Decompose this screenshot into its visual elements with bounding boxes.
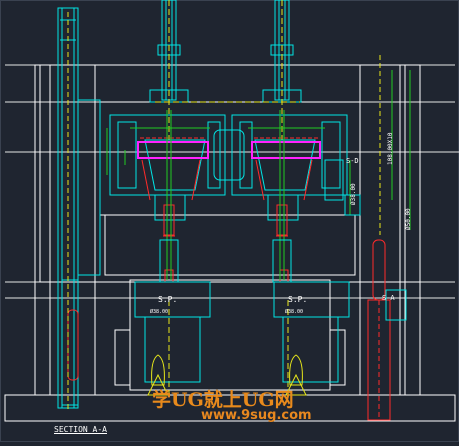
dim-vertical-2: Ø50.00	[405, 208, 412, 230]
cad-viewport[interactable]: S.P. S.P. Ø38.00 Ø38.00 S-D S-A 108.00X1…	[0, 0, 459, 442]
section-title: SECTION A-A	[54, 425, 107, 434]
sprue-dim-left: Ø38.00	[150, 308, 168, 315]
sprue-label-right: S.P.	[288, 295, 307, 304]
dim-vertical-3: Ø38.00	[350, 183, 357, 205]
sprue-label-left: S.P.	[158, 295, 177, 304]
centerlines	[155, 0, 300, 395]
watermark-url: www.9sug.com	[201, 408, 312, 423]
dimensions	[106, 70, 411, 230]
top-nozzles	[149, 0, 302, 103]
section-a-label: S-A	[382, 294, 395, 302]
cavity-inserts	[109, 114, 348, 221]
molded-part	[137, 141, 321, 159]
sprue-dim-right: Ø38.00	[285, 308, 303, 315]
mold-plates	[4, 64, 456, 422]
left-guide-column	[57, 7, 101, 409]
cad-drawing: S.P. S.P. Ø38.00 Ø38.00 S-D S-A 108.00X1…	[0, 0, 459, 442]
section-d-label: S-D	[346, 157, 359, 165]
dim-vertical-1: 108.00X10	[387, 132, 394, 165]
